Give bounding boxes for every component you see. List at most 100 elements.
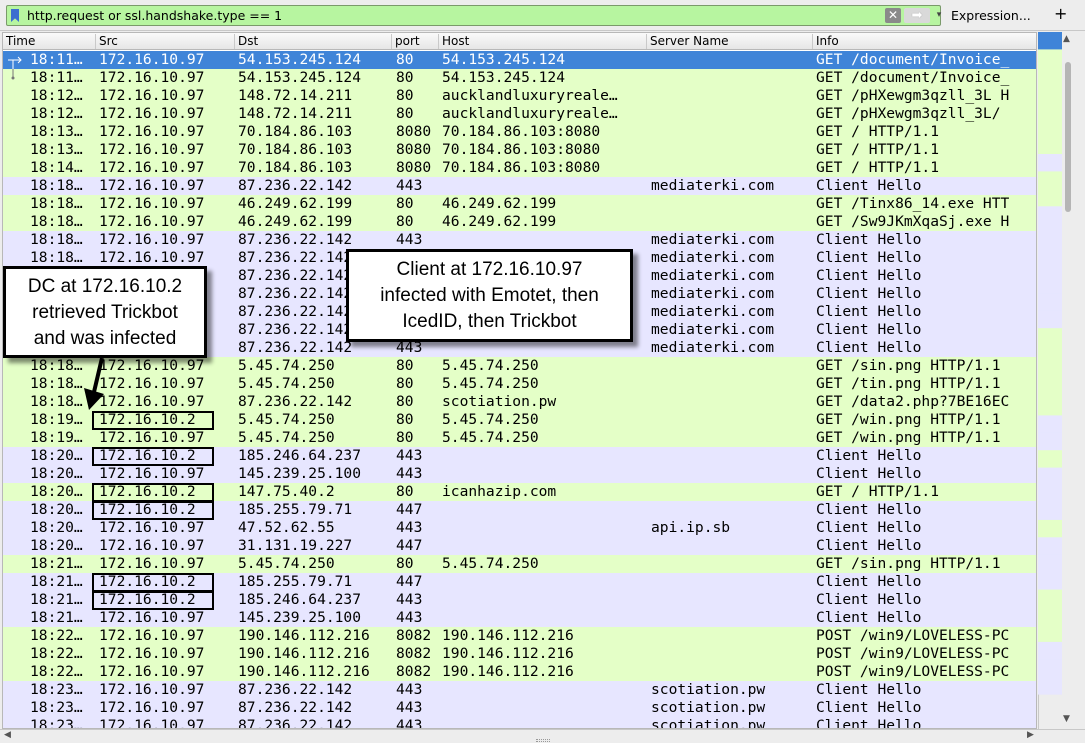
packet-destination: 185.246.64.237 [238,591,362,608]
packet-minimap[interactable] [1038,32,1062,729]
packet-row[interactable]: 18:20… 172.16.10.97 47.52.62.55 443 api.ip.s… [3,519,1036,537]
scroll-up-icon[interactable]: ▲ [1063,34,1070,44]
packet-port: 443 [396,609,423,626]
bookmark-icon[interactable] [11,9,19,22]
scroll-right-icon[interactable]: ▶ [1027,730,1034,740]
scrollbar-thumb[interactable] [1065,62,1071,212]
client-callout-line-1: Client at 172.16.10.97 [396,259,583,280]
column-header-src[interactable]: Src [96,34,235,49]
minimap-stripe [1038,241,1062,259]
packet-row[interactable]: 18:12… 172.16.10.97 148.72.14.211 80 aucklan… [3,105,1036,123]
packet-info: POST /win9/LOVELESS-PC [816,663,1010,680]
packet-source: 172.16.10.97 [99,609,205,626]
packet-list[interactable]: Time Src Dst port Host Server Name Info … [2,32,1037,729]
packet-port: 8080 [396,159,432,176]
packet-source: 172.16.10.97 [99,663,205,680]
client-infection-callout: Client at 172.16.10.97 infected with Emo… [346,249,633,342]
packet-host: 190.146.112.216 [442,627,574,644]
annotation-arrow [84,357,104,410]
packet-info: Client Hello [816,177,922,194]
packet-row[interactable]: 18:18… 172.16.10.97 87.236.22.142 443 mediat… [3,231,1036,249]
column-header-time[interactable]: Time [3,34,96,49]
packet-time: 18:21… [30,591,83,608]
packet-host [442,447,648,465]
packet-time: 18:20… [30,519,83,536]
packet-row[interactable]: 18:23… 172.16.10.97 87.236.22.142 443 scotia… [3,717,1036,728]
packet-row[interactable]: 18:23… 172.16.10.97 87.236.22.142 443 scotia… [3,681,1036,699]
packet-info: Client Hello [816,303,922,320]
packet-port: 80 [396,429,414,446]
packet-time: 18:22… [30,645,83,662]
add-filter-button[interactable]: + [1054,4,1067,23]
packet-row[interactable]: 18:21… 172.16.10.97 5.45.74.250 80 5.45.74.2… [3,555,1036,573]
packet-server-name: mediaterki.com [651,321,775,338]
packet-source: 172.16.10.97 [99,645,205,662]
packet-host: 70.184.86.103:8080 [442,159,601,176]
packet-port: 447 [396,573,423,590]
packet-row[interactable]: 18:20… 172.16.10.97 145.239.25.100 443 Clien… [3,465,1036,483]
display-filter-input[interactable]: http.request or ssl.handshake.type == 1 … [6,5,941,26]
packet-port: 80 [396,483,414,500]
packet-server-name: mediaterki.com [651,303,775,320]
minimap-stripe [1038,119,1062,137]
column-header-server-name[interactable]: Server Name [647,34,813,49]
packet-row[interactable]: 18:12… 172.16.10.97 148.72.14.211 80 aucklan… [3,87,1036,105]
packet-source: 172.16.10.97 [99,105,205,122]
packet-server-name [651,645,813,663]
packet-port: 447 [396,537,423,554]
filter-history-dropdown-icon[interactable]: ▾ [932,8,946,23]
dc-source-highlight-box [92,411,214,430]
packet-server-name [651,195,813,213]
column-header-dst[interactable]: Dst [235,34,392,49]
scroll-down-icon[interactable]: ▼ [1063,714,1070,724]
packet-row[interactable]: 18:13… 172.16.10.97 70.184.86.103 8080 70.18… [3,123,1036,141]
column-header-host[interactable]: Host [439,34,647,49]
packet-row[interactable]: 18:18… 172.16.10.97 5.45.74.250 80 5.45.74.2… [3,375,1036,393]
packet-host: 46.249.62.199 [442,195,557,212]
packet-server-name [651,429,813,447]
packet-time: 18:19… [30,411,83,428]
packet-row[interactable]: 18:18… 172.16.10.97 46.249.62.199 80 46.249.… [3,195,1036,213]
dc-callout-line-2: retrieved Trickbot [32,302,178,323]
packet-row[interactable]: 18:11… 172.16.10.97 54.153.245.124 80 54.153… [3,51,1036,69]
apply-filter-arrow-icon[interactable]: ➡ [904,8,930,23]
packet-destination: 145.239.25.100 [238,465,362,482]
packet-row[interactable]: 18:21… 172.16.10.97 145.239.25.100 443 Clien… [3,609,1036,627]
packet-info: GET /sin.png HTTP/1.1 [816,357,1001,374]
packet-time: 18:18… [30,177,83,194]
packet-server-name [651,213,813,231]
packet-row[interactable]: 18:13… 172.16.10.97 70.184.86.103 8080 70.18… [3,141,1036,159]
packet-row[interactable]: 18:22… 172.16.10.97 190.146.112.216 8082 190… [3,663,1036,681]
packet-destination: 145.239.25.100 [238,609,362,626]
packet-time: 18:20… [30,537,83,554]
packet-destination: 185.255.79.71 [238,573,353,590]
column-header-port[interactable]: port [392,34,439,49]
client-callout-line-3: IcedID, then Trickbot [402,311,577,332]
column-header-info[interactable]: Info [813,34,1036,49]
packet-row[interactable]: 18:11… 172.16.10.97 54.153.245.124 80 54.153… [3,69,1036,87]
packet-row[interactable]: 18:22… 172.16.10.97 190.146.112.216 8082 190… [3,645,1036,663]
packet-port: 8082 [396,663,432,680]
packet-row[interactable]: 18:23… 172.16.10.97 87.236.22.142 443 scotia… [3,699,1036,717]
scroll-left-icon[interactable]: ◀ [4,730,11,740]
packet-row[interactable]: 18:22… 172.16.10.97 190.146.112.216 8082 190… [3,627,1036,645]
clear-filter-icon[interactable]: ✕ [885,8,901,23]
packet-time: 18:20… [30,501,83,518]
packet-source: 172.16.10.97 [99,123,205,140]
packet-row[interactable]: 18:18… 172.16.10.97 87.236.22.142 443 mediat… [3,177,1036,195]
packet-server-name [651,501,813,519]
packet-server-name [651,609,813,627]
pane-splitter-grip[interactable] [536,739,550,742]
packet-host [442,465,648,483]
packet-row[interactable]: 18:18… 172.16.10.97 87.236.22.142 80 scotiat… [3,393,1036,411]
packet-row[interactable]: 18:14… 172.16.10.97 70.184.86.103 8080 70.18… [3,159,1036,177]
packet-row[interactable]: 18:18… 172.16.10.97 46.249.62.199 80 46.249.… [3,213,1036,231]
packet-list-header: Time Src Dst port Host Server Name Info [3,33,1036,50]
packet-server-name: scotiation.pw [651,699,766,716]
expression-button[interactable]: Expression... [951,8,1031,23]
packet-destination: 5.45.74.250 [238,411,335,428]
packet-row[interactable]: 18:18… 172.16.10.97 5.45.74.250 80 5.45.74.2… [3,357,1036,375]
packet-row[interactable]: 18:19… 172.16.10.97 5.45.74.250 80 5.45.74.2… [3,429,1036,447]
display-filter-text[interactable]: http.request or ssl.handshake.type == 1 [27,8,282,23]
packet-row[interactable]: 18:20… 172.16.10.97 31.131.19.227 447 Client… [3,537,1036,555]
